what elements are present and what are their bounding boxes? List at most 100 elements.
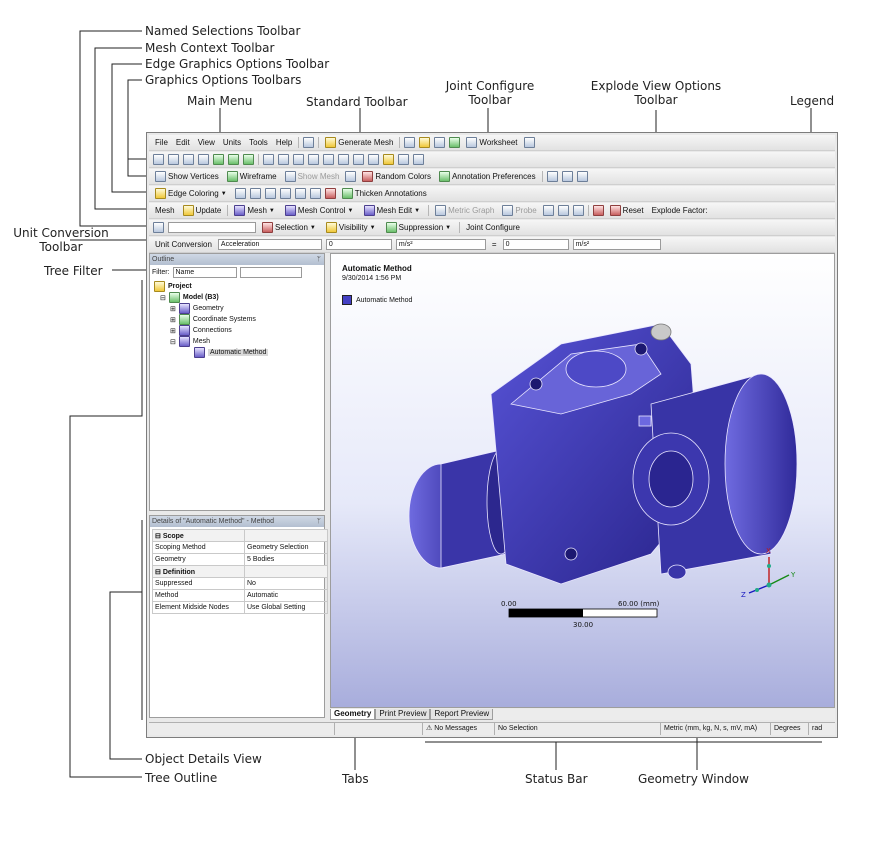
preview-icon[interactable] (404, 137, 416, 148)
mesh-control-dropdown[interactable]: Mesh Control ▼ (283, 205, 358, 216)
status-angle[interactable]: Degrees (771, 723, 809, 735)
zoom-icon[interactable] (293, 154, 304, 165)
filter-input[interactable] (239, 267, 302, 278)
suppression-dropdown[interactable]: Suppression ▼ (384, 222, 455, 233)
metric-graph-button[interactable]: Metric Graph (433, 205, 496, 216)
edge-direction-icon[interactable] (324, 188, 336, 199)
menu-file[interactable]: File (153, 138, 170, 147)
wireframe-button[interactable]: Wireframe (225, 171, 279, 182)
group-header-scope[interactable]: ⊟ Scope (152, 529, 328, 542)
details-row[interactable]: Geometry 5 Bodies (152, 553, 328, 566)
menu-edit[interactable]: Edit (174, 138, 192, 147)
pin-icon[interactable]: ᛘ (317, 516, 321, 527)
generate-mesh-button[interactable]: Generate Mesh (323, 137, 395, 148)
value-input-2[interactable]: 0 (502, 239, 569, 250)
chart-icon[interactable] (419, 137, 431, 148)
tree-node-coordinate-systems[interactable]: ⊞ Coordinate Systems (154, 314, 320, 325)
tree-node-geometry[interactable]: ⊞ Geometry (154, 303, 320, 314)
extend-selection-icon[interactable] (243, 154, 254, 165)
edge-style-2-icon[interactable] (249, 188, 261, 199)
details-row[interactable]: Scoping Method Geometry Selection (152, 541, 328, 554)
details-value[interactable]: Use Global Setting (244, 601, 328, 614)
collapse-icon[interactable]: ⊟ (160, 294, 166, 302)
details-value[interactable]: Geometry Selection (244, 541, 328, 554)
quantity-select[interactable]: Acceleration (217, 239, 322, 250)
pin-icon[interactable] (309, 188, 321, 199)
magnifier-icon[interactable] (338, 154, 349, 165)
edge-style-1-icon[interactable] (234, 188, 246, 199)
display-icon[interactable] (572, 205, 584, 216)
worksheet-button[interactable]: Worksheet (464, 137, 519, 148)
menu-help[interactable]: Help (274, 138, 294, 147)
details-row[interactable]: Method Automatic (152, 589, 328, 602)
select-icon[interactable] (153, 154, 164, 165)
dimension-y-icon[interactable] (576, 171, 588, 182)
edge-style-5-icon[interactable] (294, 188, 306, 199)
details-value[interactable]: Automatic (244, 589, 328, 602)
joint-configure-button[interactable]: Joint Configure (464, 223, 522, 232)
text-icon[interactable] (434, 137, 446, 148)
status-units[interactable]: Metric (mm, kg, N, s, mV, mA) (661, 723, 771, 735)
rotate-icon[interactable] (263, 154, 274, 165)
previous-view-icon[interactable] (368, 154, 379, 165)
selection-dropdown[interactable]: Selection ▼ (260, 222, 320, 233)
tree-node-connections[interactable]: ⊞ Connections (154, 325, 320, 336)
reset-button[interactable]: Reset (608, 205, 646, 216)
pin-icon[interactable]: ᛘ (317, 254, 321, 265)
named-selection-icon[interactable] (153, 222, 164, 233)
tree-node-automatic-method[interactable]: Automatic Method (154, 347, 320, 358)
details-value[interactable]: 5 Bodies (244, 553, 328, 566)
mesh-edit-dropdown[interactable]: Mesh Edit ▼ (362, 205, 425, 216)
details-row[interactable]: Element Midside Nodes Use Global Setting (152, 601, 328, 614)
tree-node-mesh[interactable]: ⊟ Mesh (154, 336, 320, 347)
status-messages[interactable]: ⚠ No Messages (423, 723, 495, 735)
value-input-1[interactable]: 0 (325, 239, 392, 250)
show-vertices-button[interactable]: Show Vertices (153, 171, 221, 182)
update-button[interactable]: Update (181, 205, 224, 216)
probe-button[interactable]: Probe (500, 205, 538, 216)
lock-icon[interactable] (383, 154, 394, 165)
tab-report-preview[interactable]: Report Preview (430, 709, 494, 720)
vertex-filter-icon[interactable] (183, 154, 194, 165)
face-filter-icon[interactable] (213, 154, 224, 165)
menu-units[interactable]: Units (221, 138, 243, 147)
status-rad[interactable]: rad (809, 723, 831, 735)
menu-view[interactable]: View (196, 138, 217, 147)
annotation-preferences-button[interactable]: Annotation Preferences (437, 171, 538, 182)
menu-tools[interactable]: Tools (247, 138, 270, 147)
image-icon[interactable] (449, 137, 461, 148)
edge-style-3-icon[interactable] (264, 188, 276, 199)
bar-chart-2-icon[interactable] (557, 205, 569, 216)
edge-coloring-button[interactable]: Edge Coloring ▼ (153, 188, 231, 199)
tree-node-project[interactable]: Project (154, 281, 320, 292)
tree-node-model[interactable]: ⊟ Model (B3) (154, 292, 320, 303)
random-colors-button[interactable]: Random Colors (360, 171, 433, 182)
filter-select[interactable]: Name (172, 267, 237, 278)
details-row[interactable]: Suppressed No (152, 577, 328, 590)
edge-filter-icon[interactable] (198, 154, 209, 165)
show-mesh-button[interactable]: Show Mesh (283, 171, 342, 182)
body-filter-icon[interactable] (228, 154, 239, 165)
geometry-window[interactable]: Automatic Method 9/30/2014 1:56 PM Autom… (330, 253, 835, 708)
tab-geometry[interactable]: Geometry (330, 709, 376, 720)
dimension-icon[interactable] (546, 171, 558, 182)
help-pointer-icon[interactable] (523, 137, 535, 148)
unit-select-1[interactable]: m/s² (395, 239, 486, 250)
thicken-annotations-button[interactable]: Thicken Annotations (340, 188, 429, 199)
viewport-icon[interactable] (413, 154, 424, 165)
mesh-dropdown[interactable]: Mesh ▼ (232, 205, 279, 216)
expand-icon[interactable]: ⊞ (170, 305, 176, 313)
select-mode-icon[interactable] (168, 154, 179, 165)
unit-select-2[interactable]: m/s² (572, 239, 661, 250)
expand-icon[interactable]: ⊞ (170, 327, 176, 335)
edge-style-4-icon[interactable] (279, 188, 291, 199)
dimension-x-icon[interactable] (561, 171, 573, 182)
pan-icon[interactable] (278, 154, 289, 165)
group-header-definition[interactable]: ⊟ Definition (152, 565, 328, 578)
details-value[interactable]: No (244, 577, 328, 590)
iso-view-icon[interactable] (353, 154, 364, 165)
tab-print-preview[interactable]: Print Preview (375, 709, 431, 720)
tag-icon[interactable] (398, 154, 409, 165)
box-zoom-icon[interactable] (308, 154, 319, 165)
named-selection-dropdown[interactable] (168, 222, 256, 233)
